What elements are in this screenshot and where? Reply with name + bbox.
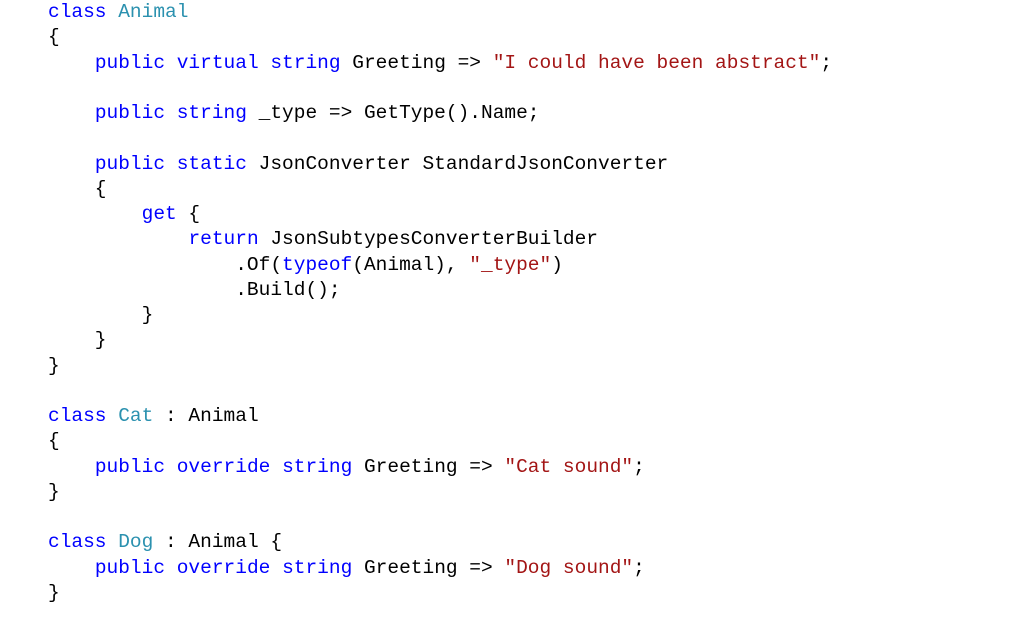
plain-text-token [270,456,282,478]
code-line: class Animal [48,0,832,25]
plain-text-token: .Of( [48,253,283,276]
code-line: } [48,480,832,505]
plain-text-token [48,228,188,250]
type-name-token: Dog [118,531,154,554]
code-line: { [48,25,832,50]
plain-text-token: } [48,480,60,503]
code-block: class Animal{ public virtual string Gree… [48,0,832,606]
plain-text-token: ; [820,51,833,74]
keyword-token: string [282,455,353,478]
code-line: public override string Greeting => "Dog … [48,556,832,581]
plain-text-token [48,456,95,478]
plain-text-token: JsonSubtypesConverterBuilder [258,228,599,251]
plain-text-token: { [48,26,60,49]
code-line: public static JsonConverter StandardJson… [48,152,832,177]
keyword-token: typeof [282,253,353,276]
code-line: public string _type => GetType().Name; [48,101,832,126]
keyword-token: class [48,531,107,554]
code-line: .Of(typeof(Animal), "_type") [48,253,832,278]
keyword-token: override [176,556,271,579]
keyword-token: public [94,556,166,579]
code-line: } [48,354,832,379]
string-literal-token: "Cat sound" [504,455,634,478]
keyword-token: string [282,556,353,579]
plain-text-token: : Animal { [153,531,283,554]
plain-text-token: } [48,304,154,326]
plain-text-token: _type => GetType().Name; [246,102,540,124]
plain-text-token: } [48,329,107,352]
plain-text-token [165,557,177,579]
code-line: get { [48,202,832,227]
keyword-token: string [176,102,247,124]
plain-text-token: } [48,581,60,604]
keyword-token: class [48,1,107,23]
code-line: public override string Greeting => "Cat … [48,455,832,480]
plain-text-token: ; [633,455,645,478]
plain-text-token [165,456,177,478]
code-line: } [48,328,832,353]
type-name-token: Cat [118,405,154,427]
plain-text-token [107,1,119,23]
keyword-token: virtual [176,51,259,74]
string-literal-token: "Dog sound" [504,556,634,579]
keyword-token: class [48,405,107,427]
plain-text-token: Greeting => [340,51,493,74]
code-line: { [48,177,832,202]
plain-text-token: (Animal), [352,253,470,276]
code-line: } [48,303,832,328]
plain-text-token: ; [633,556,645,579]
plain-text-token: { [176,203,201,225]
code-line: public virtual string Greeting => "I cou… [48,51,832,76]
plain-text-token [107,405,119,427]
keyword-token: static [176,152,247,175]
code-line: class Dog : Animal { [48,530,832,555]
plain-text-token [48,52,95,74]
plain-text-token [270,557,282,579]
string-literal-token: "I could have been abstract" [492,51,821,74]
code-line: } [48,581,832,606]
plain-text-token: Greeting => [352,455,505,478]
keyword-token: public [94,455,166,478]
keyword-token: return [188,228,259,251]
keyword-token: public [94,152,166,175]
keyword-token: public [94,102,166,124]
plain-text-token: Greeting => [352,556,505,579]
plain-text-token: { [48,177,107,200]
plain-text-token [259,52,271,74]
keyword-token: override [176,455,271,478]
plain-text-token [165,102,177,124]
code-line: { [48,429,832,454]
code-line: class Cat : Animal [48,404,832,429]
plain-text-token [48,102,95,124]
code-line: .Build(); [48,278,832,303]
plain-text-token [165,52,177,74]
plain-text-token [48,203,142,225]
plain-text-token: } [48,354,60,377]
keyword-token: string [270,51,341,74]
plain-text-token [107,531,119,553]
plain-text-token: ) [551,253,563,276]
plain-text-token: JsonConverter StandardJsonConverter [246,152,669,175]
code-line: return JsonSubtypesConverterBuilder [48,227,832,252]
plain-text-token: { [48,430,60,453]
plain-text-token [48,153,95,175]
plain-text-token [48,557,95,579]
string-literal-token: "_type" [469,253,552,276]
keyword-token: public [94,51,166,74]
plain-text-token: .Build(); [48,278,341,301]
keyword-token: get [141,203,177,225]
plain-text-token [165,153,177,175]
plain-text-token: : Animal [153,405,259,427]
type-name-token: Animal [118,1,189,23]
